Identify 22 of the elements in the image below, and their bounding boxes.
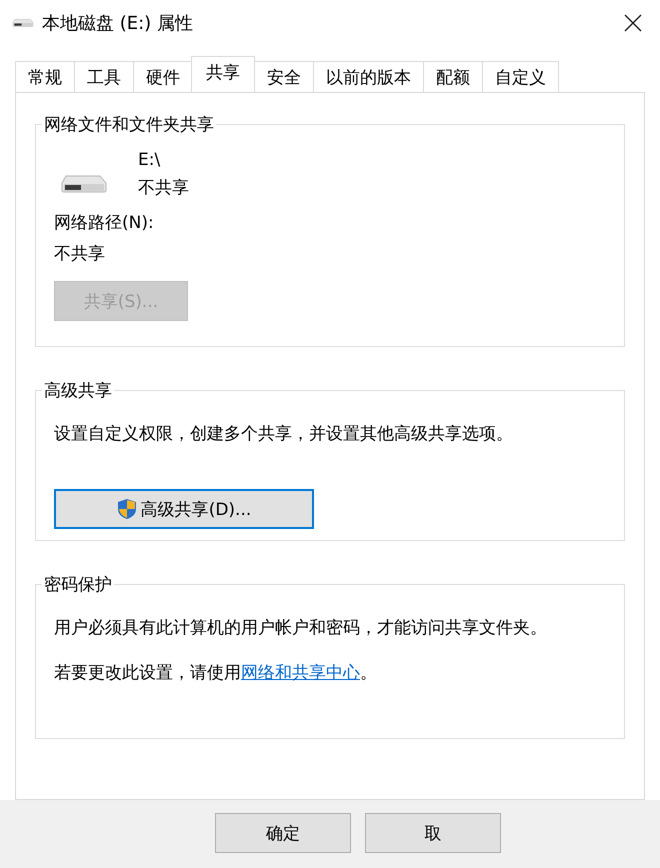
tab[interactable]: 共享 [191,56,255,92]
group-title: 网络文件和文件夹共享 [43,114,215,136]
drive-letter: E:\ [138,150,162,170]
settings-note: 若要更改此设置，请使用网络和共享中心。 [54,662,378,684]
network-sharing-center-link[interactable]: 网络和共享中心 [241,663,360,683]
path-value: 不共享 [54,243,106,265]
group-title: 密码保护 [43,574,113,596]
window-title: 本地磁盘 (E:) 属性 [42,12,194,35]
share-status: 不共享 [138,177,189,199]
group-title: 高级共享 [43,380,113,402]
shield-icon [116,498,137,520]
advanced-sharing-button[interactable]: 高级共享(D)... [54,489,314,529]
dialog-button[interactable]: 确定 [215,813,351,853]
drive-icon [12,18,34,28]
dialog-button[interactable]: 取 [365,813,501,853]
path-label: 网络路径(N): [54,212,155,234]
tab[interactable]: 常规 [15,61,75,92]
tab[interactable]: 自定义 [482,61,559,92]
drive-icon [60,174,108,194]
close-icon[interactable] [624,14,642,32]
description: 用户必须具有此计算机的用户帐户和密码，才能访问共享文件夹。 [54,617,548,639]
description: 设置自定义权限，创建多个共享，并设置其他高级共享选项。 [54,423,514,445]
